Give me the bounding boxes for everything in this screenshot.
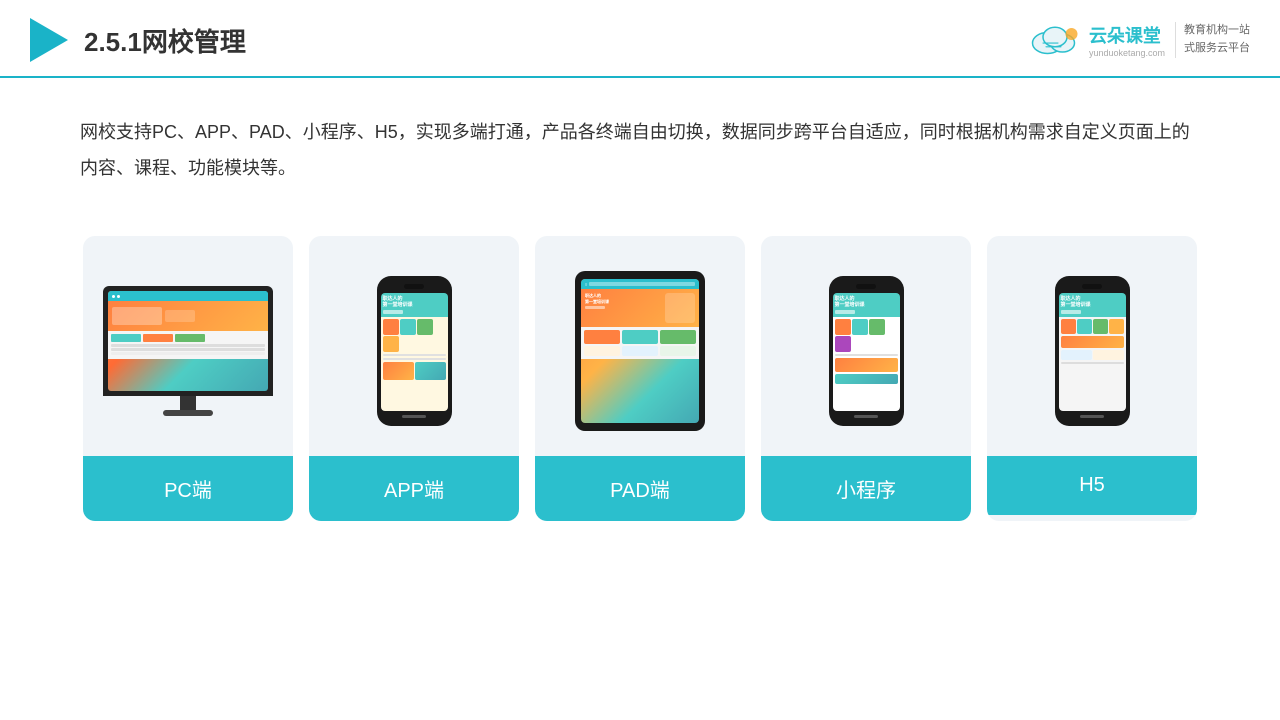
card-pad-image: ≡ 职达人的第一堂培训课 [535, 236, 745, 456]
phone-home-bar-3 [1080, 415, 1104, 418]
phone-home-bar [402, 415, 426, 418]
page-title: 2.5.1网校管理 [84, 22, 246, 59]
header-left: 2.5.1网校管理 [30, 18, 246, 62]
miniprogram-phone-mockup: 职达人的第一堂培训课 [829, 276, 904, 426]
description-text: 网校支持PC、APP、PAD、小程序、H5，实现多端打通，产品各终端自由切换，数… [0, 78, 1280, 206]
tablet-screen: ≡ 职达人的第一堂培训课 [581, 279, 699, 423]
card-app: 职达人的第一堂培训课 [309, 236, 519, 521]
card-app-image: 职达人的第一堂培训课 [309, 236, 519, 456]
phone-screen-2: 职达人的第一堂培训课 [833, 293, 900, 411]
card-miniprogram: 职达人的第一堂培训课 [761, 236, 971, 521]
header: 2.5.1网校管理 云朵课堂 yunduoketang.com 教育机构一站式服… [0, 0, 1280, 78]
brand-tagline: 教育机构一站式服务云平台 [1175, 22, 1250, 57]
brand-area: 云朵课堂 yunduoketang.com 教育机构一站式服务云平台 [1025, 22, 1250, 58]
brand-url: yunduoketang.com [1089, 48, 1165, 58]
card-pc: PC端 [83, 236, 293, 521]
phone-screen: 职达人的第一堂培训课 [381, 293, 448, 411]
pc-monitor-mockup [103, 286, 273, 416]
card-pad-label: PAD端 [535, 456, 745, 521]
pad-tablet-mockup: ≡ 职达人的第一堂培训课 [575, 271, 705, 431]
card-h5-label: H5 [987, 456, 1197, 515]
phone-notch [404, 284, 424, 289]
card-miniprogram-image: 职达人的第一堂培训课 [761, 236, 971, 456]
card-pc-label: PC端 [83, 456, 293, 521]
tablet-body: ≡ 职达人的第一堂培训课 [575, 271, 705, 431]
logo-triangle-icon [30, 18, 68, 62]
phone-notch-2 [856, 284, 876, 289]
brand-cloud-icon [1025, 22, 1085, 58]
monitor-neck [180, 396, 196, 410]
monitor-body [103, 286, 273, 396]
h5-phone-mockup: 职达人的第一堂培训课 [1055, 276, 1130, 426]
brand-name: 云朵课堂 [1089, 22, 1165, 48]
card-pad: ≡ 职达人的第一堂培训课 [535, 236, 745, 521]
phone-body: 职达人的第一堂培训课 [377, 276, 452, 426]
monitor-base [163, 410, 213, 416]
phone-home-bar-2 [854, 415, 878, 418]
card-h5-image: 职达人的第一堂培训课 [987, 236, 1197, 456]
phone-body-2: 职达人的第一堂培训课 [829, 276, 904, 426]
app-phone-mockup: 职达人的第一堂培训课 [377, 276, 452, 426]
monitor-screen [108, 291, 268, 391]
phone-notch-3 [1082, 284, 1102, 289]
card-app-label: APP端 [309, 456, 519, 521]
cards-container: PC端 职达人的第一堂培训课 [0, 206, 1280, 551]
card-pc-image [83, 236, 293, 456]
card-miniprogram-label: 小程序 [761, 456, 971, 521]
phone-screen-3: 职达人的第一堂培训课 [1059, 293, 1126, 411]
phone-body-3: 职达人的第一堂培训课 [1055, 276, 1130, 426]
card-h5: 职达人的第一堂培训课 [987, 236, 1197, 521]
